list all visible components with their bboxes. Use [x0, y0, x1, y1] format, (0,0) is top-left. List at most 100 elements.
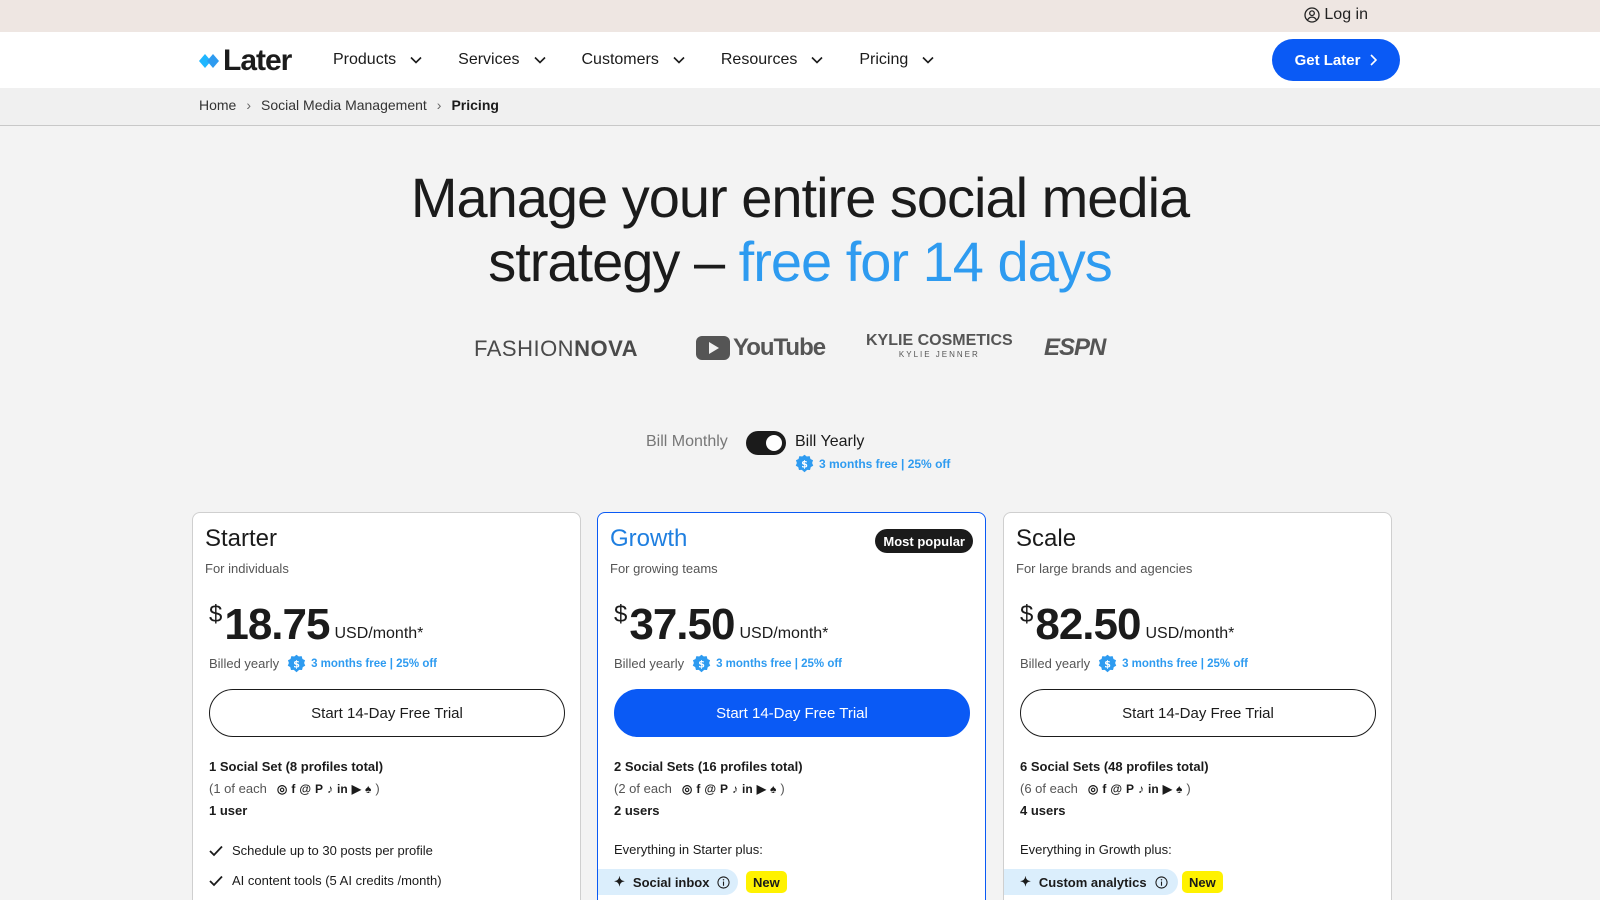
youtube-icon: ▶	[351, 781, 361, 796]
plan-subtitle: For individuals	[205, 561, 289, 576]
get-later-button[interactable]: Get Later	[1272, 39, 1400, 81]
snapchat-icon: ♠	[769, 781, 777, 796]
youtube-icon: ▶	[1162, 781, 1172, 796]
profiles-row: (6 of each ◎ f @ P ♪ in ▶ ♠ )	[1020, 781, 1191, 796]
start-trial-button[interactable]: Start 14-Day Free Trial	[614, 689, 970, 737]
customer-logos: FASHIONNOVA YouTube KYLIE COSMETICS KYLI…	[0, 332, 1600, 362]
user-count: 1 user	[209, 803, 248, 818]
yearly-note-text: 3 months free | 25% off	[819, 456, 951, 471]
social-sets: 1 Social Set (8 profiles total)	[209, 759, 384, 774]
top-utility-bar: Log in	[0, 0, 1600, 32]
billed-label: Billed yearly	[209, 656, 280, 671]
sparkle-icon: ✦	[614, 874, 625, 889]
currency-symbol: $	[1020, 601, 1034, 628]
login-link[interactable]: Log in	[1304, 6, 1368, 24]
bill-yearly-label[interactable]: Bill Yearly	[795, 433, 864, 451]
tiktok-icon: ♪	[327, 781, 334, 796]
instagram-icon: ◎	[1087, 781, 1099, 796]
nav-item-label: Services	[458, 51, 520, 68]
billing-toggle[interactable]	[746, 431, 786, 455]
svg-text:$: $	[1104, 659, 1111, 670]
nav-item-label: Pricing	[859, 51, 909, 68]
social-icons: ◎ f @ P ♪ in ▶ ♠	[1088, 783, 1182, 795]
user-count: 4 users	[1020, 803, 1066, 818]
social-icons: ◎ f @ P ♪ in ▶ ♠	[277, 783, 371, 795]
threads-icon: @	[1110, 781, 1123, 796]
breadcrumb-home[interactable]: Home	[199, 97, 236, 113]
svg-text:$: $	[698, 659, 705, 670]
svg-text:$: $	[801, 459, 808, 470]
nav-item-label: Products	[333, 51, 397, 68]
discount-badge-icon: $	[287, 654, 306, 673]
new-badge: New	[1182, 871, 1223, 893]
plan-card-growth: Growth Most popular For growing teams $ …	[597, 512, 986, 900]
plan-card-scale: Scale For large brands and agencies $ 82…	[1003, 512, 1392, 900]
billing-toggle-section: Bill Monthly Bill Yearly $ 3 months free…	[0, 430, 1600, 490]
chevron-right-icon	[1370, 54, 1378, 66]
price-value: 37.50	[629, 600, 735, 649]
user-count: 2 users	[614, 803, 660, 818]
pinterest-icon: P	[1126, 781, 1135, 796]
nav-item-products[interactable]: Products	[333, 51, 422, 69]
nav-item-pricing[interactable]: Pricing	[859, 51, 934, 69]
checkmark-icon	[209, 845, 223, 856]
billed-row: Billed yearly $ 3 months free | 25% off	[1020, 654, 1248, 673]
profiles-each: (6 of each	[1020, 781, 1078, 796]
snapchat-icon: ♠	[1175, 781, 1183, 796]
login-label: Log in	[1324, 6, 1368, 23]
price-value: 18.75	[224, 600, 330, 649]
plan-subtitle: For large brands and agencies	[1016, 561, 1193, 576]
snapchat-icon: ♠	[364, 781, 372, 796]
threads-icon: @	[299, 781, 312, 796]
start-trial-button[interactable]: Start 14-Day Free Trial	[209, 689, 565, 737]
youtube-logo: YouTube	[696, 334, 826, 362]
price-unit: USD/month*	[334, 625, 424, 642]
breadcrumb: Home › Social Media Management › Pricing	[199, 97, 499, 113]
discount-note: $ 3 months free | 25% off	[1098, 654, 1248, 673]
chevron-down-icon	[811, 56, 823, 64]
nav-item-customers[interactable]: Customers	[582, 51, 685, 69]
kylie-cosmetics-logo: KYLIE COSMETICS KYLIE JENNER	[866, 332, 1013, 359]
pinterest-icon: P	[720, 781, 729, 796]
youtube-play-icon	[696, 336, 730, 360]
plus-label: Everything in Starter plus:	[614, 842, 763, 857]
social-icons: ◎ f @ P ♪ in ▶ ♠	[682, 783, 776, 795]
profiles-each: (2 of each	[614, 781, 672, 796]
feature-highlight: ✦ Social inbox	[598, 869, 738, 895]
billed-label: Billed yearly	[1020, 656, 1091, 671]
discount-badge-icon: $	[1098, 654, 1117, 673]
new-badge: New	[746, 871, 787, 893]
plan-subtitle: For growing teams	[610, 561, 718, 576]
nav-item-resources[interactable]: Resources	[721, 51, 823, 69]
main-navigation: Later Products Services Customers Resour…	[0, 32, 1600, 88]
profiles-each: (1 of each	[209, 781, 267, 796]
start-trial-button[interactable]: Start 14-Day Free Trial	[1020, 689, 1376, 737]
price-value: 82.50	[1035, 600, 1141, 649]
discount-badge-icon: $	[795, 454, 814, 473]
instagram-icon: ◎	[276, 781, 288, 796]
chevron-down-icon	[673, 56, 685, 64]
linkedin-icon: in	[1148, 781, 1159, 796]
plan-price: $ 18.75 USD/month*	[209, 599, 423, 651]
info-icon[interactable]	[717, 875, 731, 889]
fashion-nova-logo: FASHIONNOVA	[474, 336, 639, 361]
plan-price: $ 82.50 USD/month*	[1020, 599, 1234, 651]
nav-item-services[interactable]: Services	[458, 51, 546, 69]
info-icon[interactable]	[1154, 875, 1168, 889]
profiles-close: )	[780, 781, 785, 796]
breadcrumb-social-media-management[interactable]: Social Media Management	[261, 97, 427, 113]
bill-monthly-label[interactable]: Bill Monthly	[646, 433, 728, 451]
plan-card-starter: Starter For individuals $ 18.75 USD/mont…	[192, 512, 581, 900]
nav-menu: Products Services Customers Resources Pr…	[333, 32, 970, 88]
tiktok-icon: ♪	[732, 781, 739, 796]
later-logo-icon	[199, 54, 219, 68]
plan-name: Starter	[205, 525, 278, 552]
plus-label: Everything in Growth plus:	[1020, 842, 1172, 857]
youtube-icon: ▶	[756, 781, 766, 796]
chevron-down-icon	[533, 56, 546, 64]
later-logo[interactable]: Later	[199, 44, 292, 78]
chevron-down-icon	[410, 56, 422, 64]
chevron-down-icon	[922, 56, 934, 64]
billed-row: Billed yearly $ 3 months free | 25% off	[209, 654, 437, 673]
social-sets: 6 Social Sets (48 profiles total)	[1020, 759, 1209, 774]
